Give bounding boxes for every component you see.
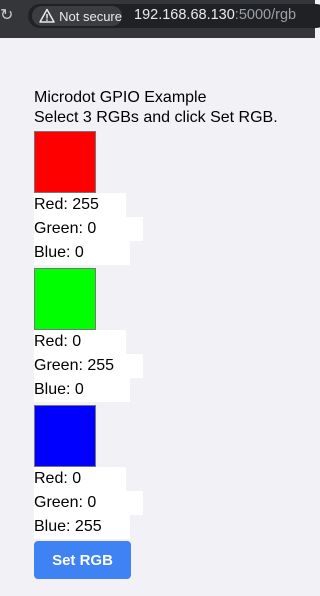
color-group-3: Red: 0 Green: 0 Blue: 255 <box>34 405 304 539</box>
page-heading: Microdot GPIO Example <box>34 89 207 106</box>
color-swatch-3[interactable] <box>34 405 96 467</box>
security-label: Not secure <box>59 8 122 24</box>
url-path: :5000/rgb <box>234 7 297 23</box>
color-swatch-1[interactable] <box>34 131 96 193</box>
reload-icon[interactable]: ↻ <box>0 6 14 26</box>
color-group-1: Red: 255 Green: 0 Blue: 0 <box>34 131 304 265</box>
blue-value-3: Blue: 255 <box>34 515 130 539</box>
color-swatch-2[interactable] <box>34 268 96 330</box>
green-value-3: Green: 0 <box>34 491 143 515</box>
page-instructions: Select 3 RGBs and click Set RGB. <box>34 109 278 126</box>
green-value-2: Green: 255 <box>34 354 143 378</box>
page-content: Microdot GPIO Example Select 3 RGBs and … <box>34 88 304 579</box>
url-host: 192.168.68.130 <box>134 7 235 23</box>
warning-icon <box>38 7 55 25</box>
blue-value-1: Blue: 0 <box>34 241 130 265</box>
blue-value-2: Blue: 0 <box>34 378 130 402</box>
red-value-3: Red: 0 <box>34 467 126 491</box>
security-chip[interactable]: Not secure <box>32 6 122 26</box>
set-rgb-button[interactable]: Set RGB <box>34 541 131 579</box>
green-value-1: Green: 0 <box>34 217 143 241</box>
address-bar[interactable]: Not secure 192.168.68.130:5000/rgb <box>28 4 320 28</box>
url-text[interactable]: 192.168.68.130:5000/rgb <box>134 7 296 23</box>
browser-toolbar: ↻ Not secure 192.168.68.130:5000/rgb <box>0 0 320 38</box>
color-group-2: Red: 0 Green: 255 Blue: 0 <box>34 268 304 402</box>
red-value-1: Red: 255 <box>34 193 126 217</box>
red-value-2: Red: 0 <box>34 330 126 354</box>
